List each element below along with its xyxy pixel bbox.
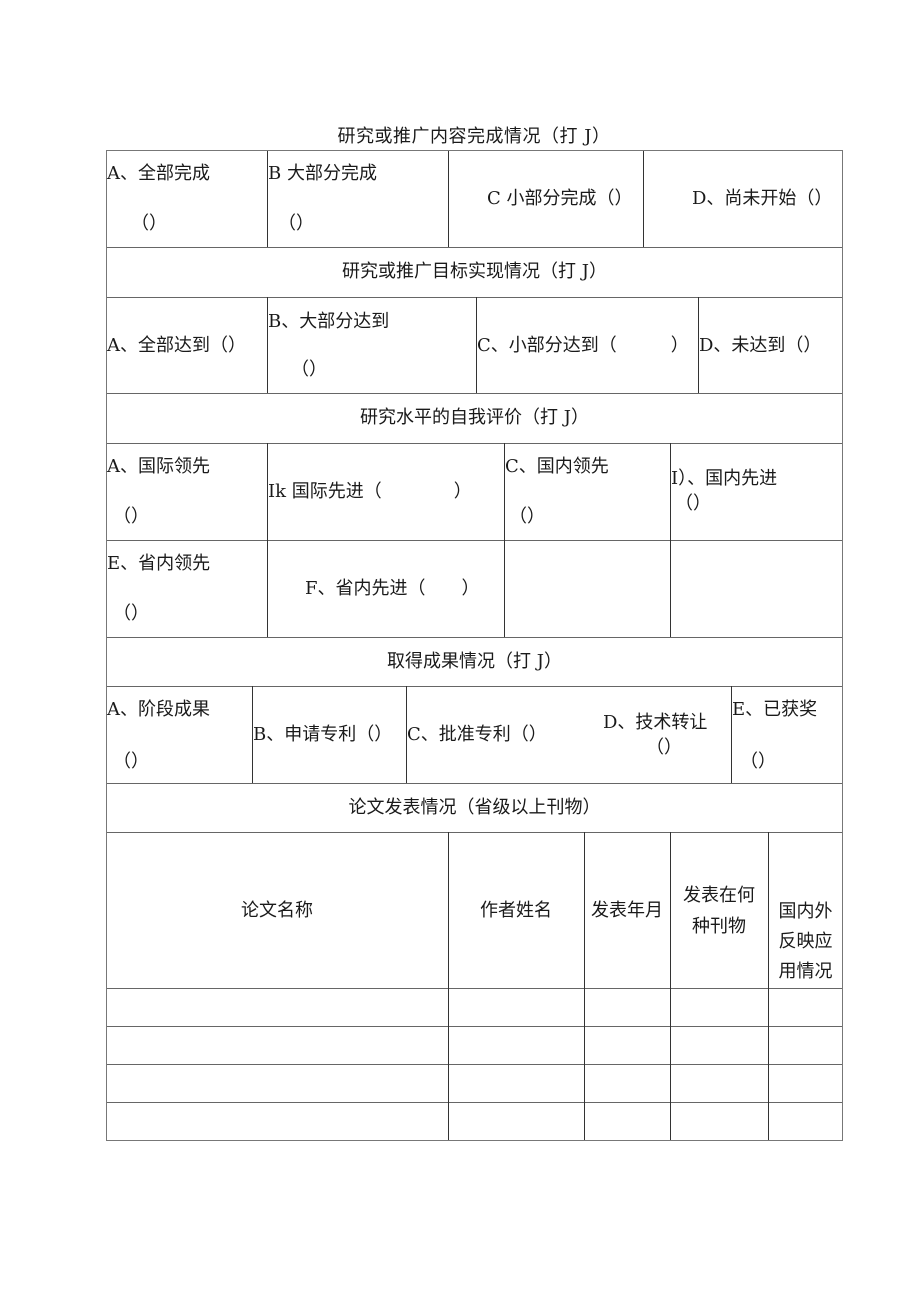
checkbox-domestic-advanced[interactable]: （） — [675, 492, 711, 516]
option-all-complete[interactable]: A、全部完成 — [107, 162, 210, 186]
option-patent-applied[interactable]: B、申请专利（） — [253, 723, 392, 747]
paper-row-3-journal-cell[interactable] — [671, 1065, 767, 1101]
paper-row-3-author-cell[interactable] — [449, 1065, 583, 1101]
divider — [106, 540, 843, 541]
column-header-paper-title: 论文名称 — [241, 900, 313, 921]
divider — [106, 783, 843, 784]
column-header-feedback-line1: 国内外 — [778, 901, 833, 922]
column-header-feedback-line3: 用情况 — [778, 961, 833, 982]
paper-row-3-title-cell[interactable] — [107, 1065, 447, 1101]
divider — [106, 832, 843, 833]
option-international-leading[interactable]: A、国际领先 — [107, 455, 210, 479]
option-partly-achieved[interactable]: C、小部分达到（ ） — [477, 334, 689, 358]
option-provincial-advanced[interactable]: F、省内先进（ ） — [305, 577, 480, 601]
option-awarded[interactable]: E、已获奖 — [732, 698, 817, 722]
checkbox-domestic-leading[interactable]: （） — [509, 505, 545, 529]
paper-row-4-journal-cell[interactable] — [671, 1103, 767, 1139]
form-page: 研究或推广内容完成情况（打 J） A、全部完成 （） B 大部分完成 （） C … — [0, 0, 920, 1301]
option-domestic-advanced[interactable]: I）、国内先进 — [671, 467, 777, 491]
option-partly-complete[interactable]: C 小部分完成（） — [487, 187, 633, 211]
option-mostly-complete[interactable]: B 大部分完成 — [268, 162, 377, 186]
section-title-self-evaluation: 研究水平的自我评价（打 J） — [360, 407, 589, 428]
paper-row-2-date-cell[interactable] — [585, 1027, 669, 1063]
divider — [106, 297, 843, 298]
column-header-journal-line1: 发表在何 — [683, 885, 755, 906]
checkbox-tech-transfer[interactable]: （） — [646, 736, 682, 760]
divider — [106, 637, 843, 638]
column-header-journal-line2: 种刊物 — [692, 916, 746, 937]
checkbox-mostly-achieved[interactable]: （） — [291, 358, 327, 382]
paper-row-4-date-cell[interactable] — [585, 1103, 669, 1139]
paper-row-2-author-cell[interactable] — [449, 1027, 583, 1063]
paper-row-3-feedback-cell[interactable] — [769, 1065, 842, 1101]
divider — [106, 443, 843, 444]
checkbox-stage-results[interactable]: （） — [113, 750, 149, 774]
checkbox-provincial-leading[interactable]: （） — [113, 602, 149, 626]
section-title-content-completion: 研究或推广内容完成情况（打 J） — [337, 126, 611, 147]
divider — [106, 686, 843, 687]
checkbox-awarded[interactable]: （） — [740, 750, 776, 774]
option-all-achieved[interactable]: A、全部达到（） — [107, 334, 246, 358]
checkbox-all-complete[interactable]: （） — [131, 212, 167, 236]
paper-row-1-date-cell[interactable] — [585, 989, 669, 1025]
paper-row-4-feedback-cell[interactable] — [769, 1103, 842, 1139]
paper-row-4-author-cell[interactable] — [449, 1103, 583, 1139]
section-title-goal-achievement: 研究或推广目标实现情况（打 J） — [342, 261, 607, 282]
paper-row-1-feedback-cell[interactable] — [769, 989, 842, 1025]
paper-row-4-title-cell[interactable] — [107, 1103, 447, 1139]
column-header-feedback-line2: 反映应 — [778, 931, 833, 952]
option-not-achieved[interactable]: D、未达到（） — [699, 334, 821, 358]
checkbox-mostly-complete[interactable]: （） — [278, 212, 314, 236]
option-patent-granted[interactable]: C、批准专利（） — [407, 723, 547, 747]
divider — [448, 150, 449, 247]
paper-row-1-title-cell[interactable] — [107, 989, 447, 1025]
option-provincial-leading[interactable]: E、省内领先 — [107, 552, 210, 576]
option-international-advanced[interactable]: Ik 国际先进（ ） — [268, 480, 472, 504]
option-domestic-leading[interactable]: C、国内领先 — [505, 455, 609, 479]
divider — [267, 443, 268, 637]
paper-row-2-journal-cell[interactable] — [671, 1027, 767, 1063]
column-header-author: 作者姓名 — [480, 900, 552, 921]
paper-row-3-date-cell[interactable] — [585, 1065, 669, 1101]
option-stage-results[interactable]: A、阶段成果 — [107, 698, 210, 722]
paper-row-1-author-cell[interactable] — [449, 989, 583, 1025]
checkbox-international-leading[interactable]: （） — [113, 505, 149, 529]
divider — [106, 393, 843, 394]
option-mostly-achieved[interactable]: B、大部分达到 — [268, 310, 389, 334]
option-not-started[interactable]: D、尚未开始（） — [692, 187, 832, 211]
section-title-papers: 论文发表情况（省级以上刊物） — [348, 797, 601, 818]
divider — [106, 247, 843, 248]
column-header-publish-date: 发表年月 — [591, 900, 663, 921]
option-tech-transfer[interactable]: D、技术转让 — [603, 711, 707, 735]
paper-row-1-journal-cell[interactable] — [671, 989, 767, 1025]
divider — [643, 150, 644, 247]
section-title-achievements: 取得成果情况（打 J） — [387, 651, 562, 672]
paper-row-2-title-cell[interactable] — [107, 1027, 447, 1063]
paper-row-2-feedback-cell[interactable] — [769, 1027, 842, 1063]
